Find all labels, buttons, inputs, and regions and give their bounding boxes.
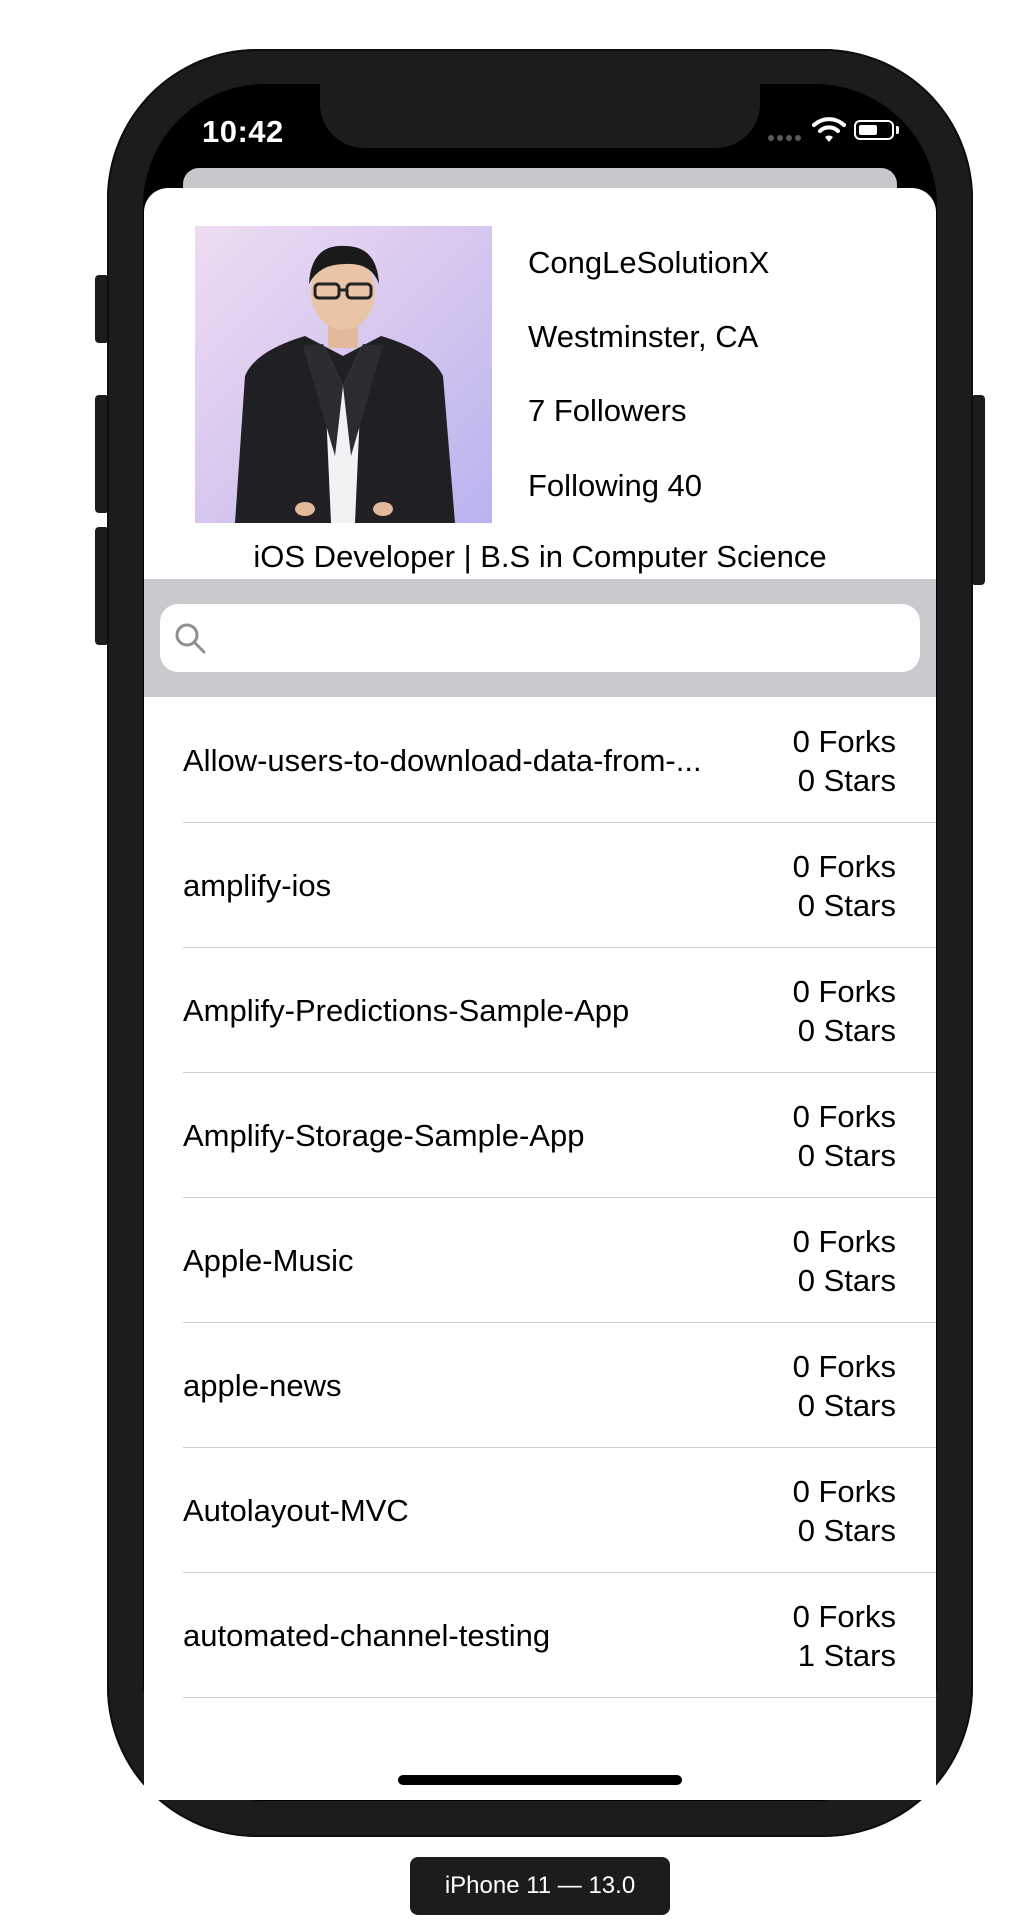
repo-stars: 0 Stars <box>797 1263 896 1298</box>
device-notch <box>320 84 760 148</box>
avatar <box>195 226 492 523</box>
repo-stars: 0 Stars <box>797 888 896 923</box>
repo-stats: 0 Forks 0 Stars <box>793 847 896 925</box>
battery-level <box>859 125 877 135</box>
status-time: 10:42 <box>202 114 284 149</box>
search-icon <box>175 623 206 654</box>
repo-stars: 0 Stars <box>797 1138 896 1173</box>
repo-forks: 0 Forks <box>792 1474 896 1509</box>
repo-stats: 0 Forks 0 Stars <box>793 1222 896 1300</box>
repo-stars: 0 Stars <box>797 1388 896 1423</box>
repo-stats: 0 Forks 0 Stars <box>793 972 896 1050</box>
repo-stats: 0 Forks 0 Stars <box>793 1347 896 1425</box>
repo-forks: 0 Forks <box>792 1224 896 1259</box>
profile-bio: iOS Developer | B.S in Computer Science <box>253 539 827 574</box>
repo-stats: 0 Forks 1 Stars <box>793 1597 896 1675</box>
repo-stars: 0 Stars <box>797 763 896 798</box>
search-input[interactable] <box>214 612 908 666</box>
row-separator <box>183 1697 936 1698</box>
repo-forks: 0 Forks <box>792 974 896 1009</box>
repo-row[interactable]: automated-channel-testing 0 Forks 1 Star… <box>144 1573 936 1698</box>
battery-icon <box>854 120 894 140</box>
profile-location: Westminster, CA <box>528 319 759 354</box>
repo-stats: 0 Forks 0 Stars <box>793 722 896 800</box>
repo-forks: 0 Forks <box>792 1099 896 1134</box>
repo-row[interactable]: apple-news 0 Forks 0 Stars <box>144 1323 936 1448</box>
repo-row[interactable]: Autolayout-MVC 0 Forks 0 Stars <box>144 1448 936 1573</box>
wifi-icon <box>812 117 846 142</box>
repo-stars: 1 Stars <box>797 1638 896 1673</box>
repo-forks: 0 Forks <box>792 849 896 884</box>
device-label: iPhone 11 — 13.0 <box>410 1857 670 1915</box>
repo-stats: 0 Forks 0 Stars <box>793 1472 896 1550</box>
home-indicator[interactable] <box>398 1775 682 1785</box>
repo-row[interactable]: Apple-Music 0 Forks 0 Stars <box>144 1198 936 1323</box>
repo-stars: 0 Stars <box>797 1513 896 1548</box>
repo-stars: 0 Stars <box>797 1013 896 1048</box>
person-photo <box>235 245 455 523</box>
repo-row[interactable]: amplify-ios 0 Forks 0 Stars <box>144 823 936 948</box>
cellular-signal-icon <box>768 128 804 146</box>
repo-forks: 0 Forks <box>792 724 896 759</box>
repo-row[interactable]: Allow-users-to-download-data-from-... 0 … <box>144 698 936 823</box>
repo-row[interactable]: Amplify-Storage-Sample-App 0 Forks 0 Sta… <box>144 1073 936 1198</box>
repo-list[interactable]: Allow-users-to-download-data-from-... 0 … <box>144 698 936 1736</box>
repo-forks: 0 Forks <box>792 1599 896 1634</box>
profile-username: CongLeSolutionX <box>528 245 770 280</box>
battery-tip <box>896 126 899 134</box>
repo-row[interactable]: Amplify-Predictions-Sample-App 0 Forks 0… <box>144 948 936 1073</box>
power-button <box>971 395 985 585</box>
profile-following: Following 40 <box>528 468 703 503</box>
repo-forks: 0 Forks <box>792 1349 896 1384</box>
repo-stats: 0 Forks 0 Stars <box>793 1097 896 1175</box>
profile-followers: 7 Followers <box>528 393 687 428</box>
